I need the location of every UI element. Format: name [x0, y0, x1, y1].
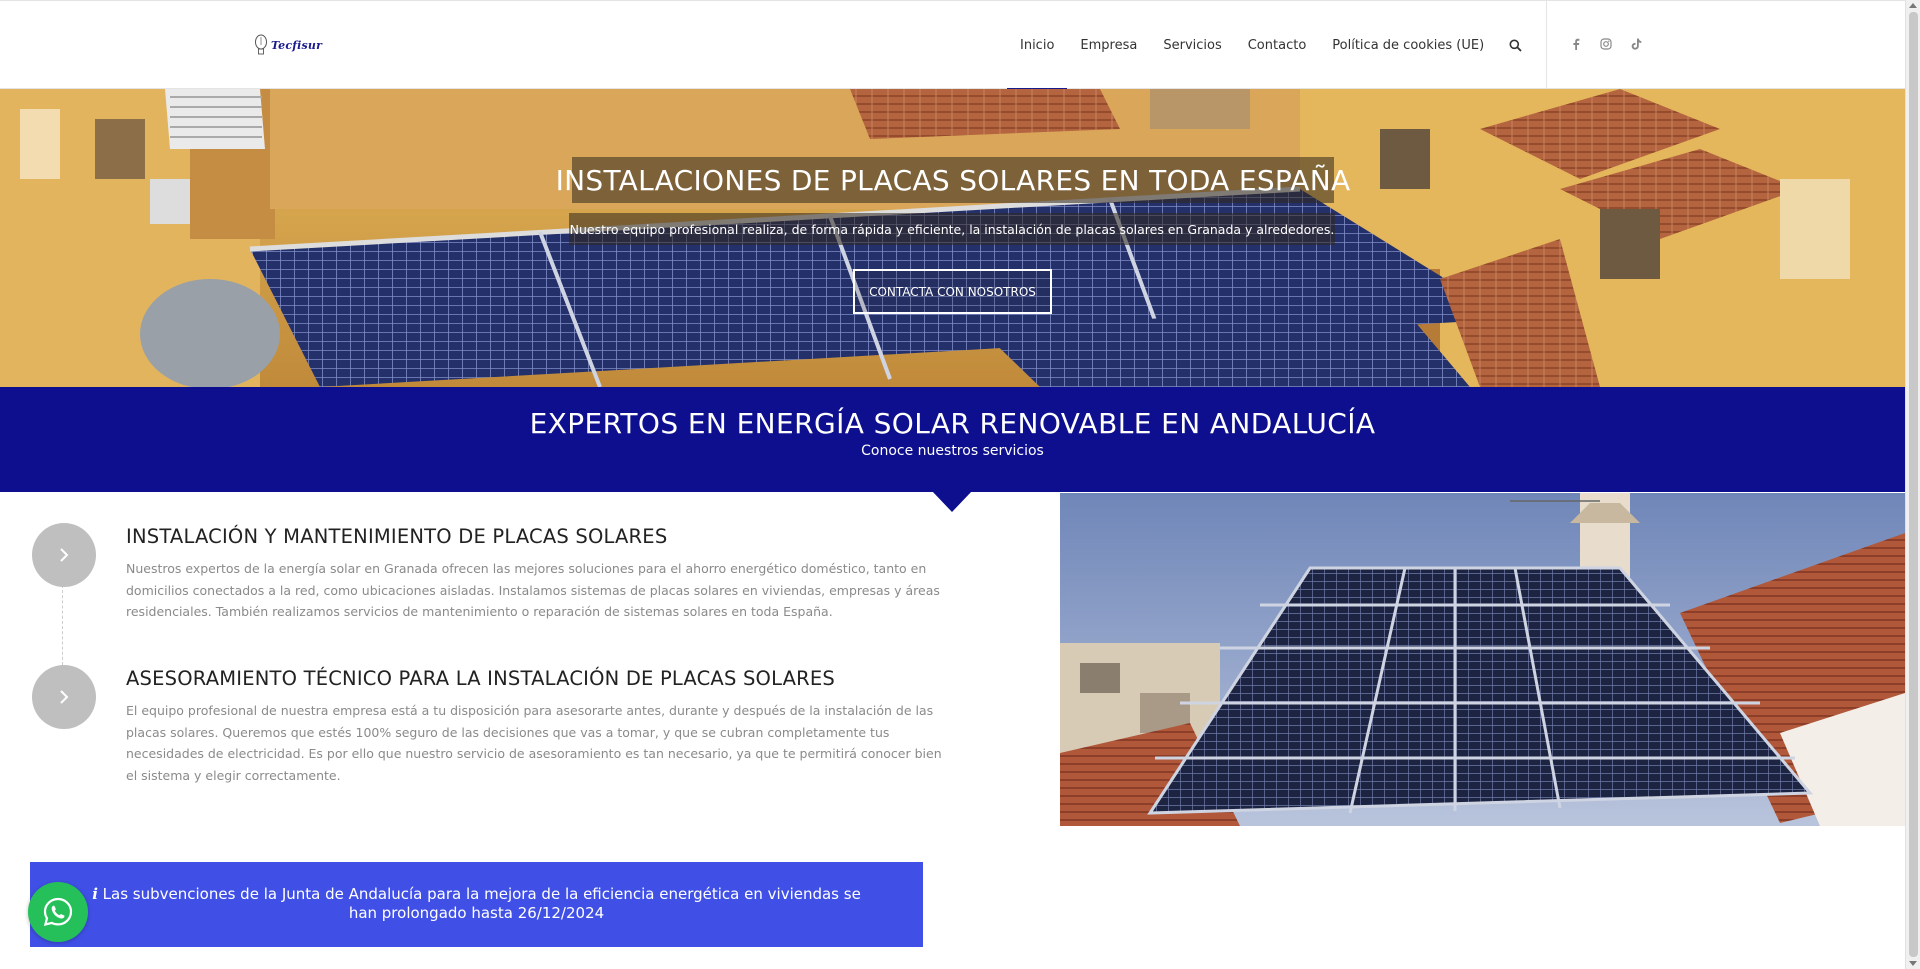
hero-subtitle: Nuestro equipo profesional realiza, de f…: [569, 213, 1335, 245]
nav-item-label: Servicios: [1163, 38, 1222, 53]
nav-item-servicios[interactable]: Servicios: [1150, 1, 1234, 90]
chevron-right-icon: [60, 548, 69, 562]
service-title: INSTALACIÓN Y MANTENIMIENTO DE PLACAS SO…: [126, 525, 668, 548]
tiktok-icon[interactable]: [1629, 37, 1643, 51]
nav-item-contacto[interactable]: Contacto: [1235, 1, 1320, 90]
header-divider: [1546, 1, 1547, 90]
nav-item-label: Política de cookies (UE): [1332, 38, 1485, 53]
nav-item-label: Contacto: [1247, 38, 1307, 53]
experts-band: EXPERTOS EN ENERGÍA SOLAR RENOVABLE EN A…: [0, 387, 1905, 512]
info-icon: i: [92, 885, 98, 903]
nav-item-empresa[interactable]: Empresa: [1067, 1, 1150, 90]
social-links: [1569, 37, 1643, 51]
notice-text: Las subvenciones de la Junta de Andalucí…: [102, 885, 861, 922]
service-description: El equipo profesional de nuestra empresa…: [126, 703, 942, 783]
service-toggle-button[interactable]: [32, 523, 96, 587]
search-icon: [1509, 39, 1522, 52]
logo-text: Tecfisur: [271, 38, 323, 52]
subsidy-notice: i Las subvenciones de la Junta de Andalu…: [30, 862, 923, 947]
service-title: ASESORAMIENTO TÉCNICO PARA LA INSTALACIÓ…: [126, 667, 835, 690]
whatsapp-icon: [43, 897, 73, 927]
contact-us-button[interactable]: CONTACTA CON NOSOTROS: [853, 269, 1052, 314]
band-title: EXPERTOS EN ENERGÍA SOLAR RENOVABLE EN A…: [529, 407, 1376, 440]
search-button[interactable]: [1497, 1, 1536, 90]
whatsapp-button[interactable]: [28, 882, 88, 942]
main-nav: Inicio Empresa Servicios Contacto Políti…: [1007, 1, 1536, 90]
site-header: Tecfisur Inicio Empresa Servicios Contac…: [0, 0, 1905, 90]
page-scrollbar[interactable]: [1905, 0, 1920, 969]
hero-title: INSTALACIONES DE PLACAS SOLARES EN TODA …: [556, 157, 1350, 203]
scroll-thumb[interactable]: [1909, 12, 1918, 957]
service-toggle-button[interactable]: [32, 665, 96, 729]
nav-item-cookies[interactable]: Política de cookies (UE): [1319, 1, 1497, 90]
nav-item-inicio[interactable]: Inicio: [1007, 1, 1068, 90]
lightbulb-icon: [255, 34, 267, 55]
scroll-down-arrow[interactable]: [1909, 961, 1917, 966]
scroll-up-arrow[interactable]: [1909, 3, 1917, 8]
band-subtitle: Conoce nuestros servicios: [861, 443, 1044, 459]
logo[interactable]: Tecfisur: [254, 33, 322, 57]
page: Tecfisur Inicio Empresa Servicios Contac…: [0, 0, 1905, 969]
service-description: Nuestros expertos de la energía solar en…: [126, 561, 940, 619]
solar-panels-image: [1060, 493, 1905, 826]
facebook-icon[interactable]: [1569, 37, 1583, 51]
service-connector-line: [62, 585, 63, 665]
instagram-icon[interactable]: [1599, 37, 1613, 51]
nav-item-label: Empresa: [1080, 38, 1138, 53]
chevron-right-icon: [60, 690, 69, 704]
band-arrow: [932, 491, 972, 512]
nav-item-label: Inicio: [1020, 38, 1055, 53]
hero-banner: INSTALACIONES DE PLACAS SOLARES EN TODA …: [0, 89, 1905, 387]
